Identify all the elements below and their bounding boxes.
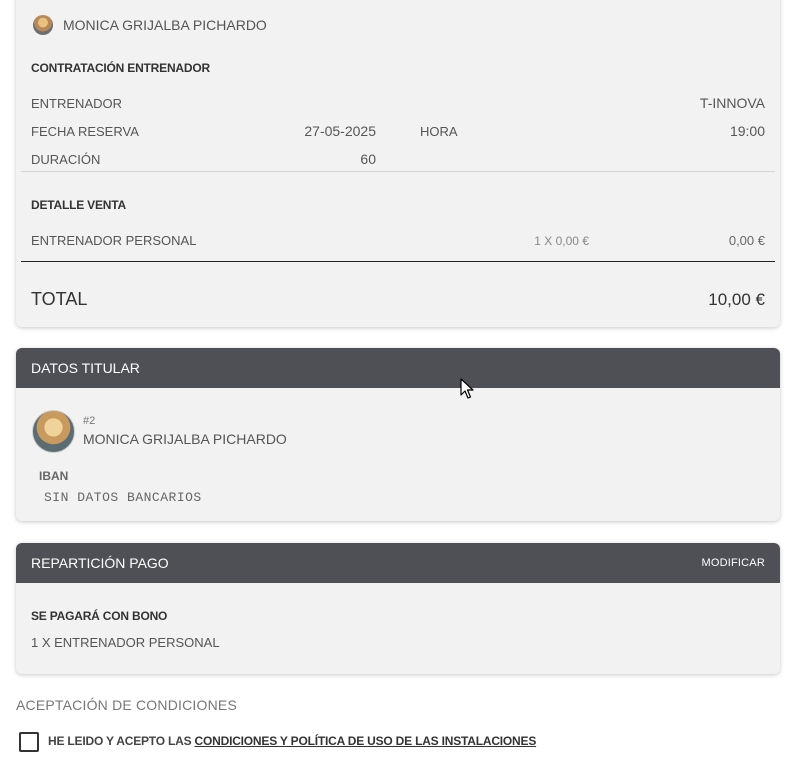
payment-card-header: REPARTICIÓN PAGO MODIFICAR <box>16 543 780 583</box>
conditions-title: ACEPTACIÓN DE CONDICIONES <box>16 697 237 713</box>
holder-card-header: DATOS TITULAR <box>16 348 780 388</box>
sale-section-title: DETALLE VENTA <box>31 198 126 212</box>
holder-card: DATOS TITULAR #2 MONICA GRIJALBA PICHARD… <box>16 348 780 521</box>
total-label: TOTAL <box>31 289 88 309</box>
payment-card: REPARTICIÓN PAGO MODIFICAR SE PAGARÁ CON… <box>16 543 780 674</box>
trainer-label: ENTRENADOR <box>31 96 123 111</box>
order-summary-card: MONICA GRIJALBA PICHARDO CONTRATACIÓN EN… <box>16 0 780 327</box>
user-name: MONICA GRIJALBA PICHARDO <box>63 17 267 33</box>
pay-with-bonus-title: SE PAGARÁ CON BONO <box>31 609 168 623</box>
conditions-prefix: HE LEIDO Y ACEPTO LAS <box>48 734 192 748</box>
user-avatar <box>33 15 53 35</box>
iban-label: IBAN <box>39 469 69 483</box>
modify-button[interactable]: MODIFICAR <box>701 557 765 569</box>
date-label: FECHA RESERVA <box>31 124 139 139</box>
duration-value: 60 <box>360 151 376 167</box>
duration-label: DURACIÓN <box>31 152 101 167</box>
conditions-link[interactable]: CONDICIONES Y POLÍTICA DE USO DE LAS INS… <box>195 734 537 748</box>
payment-header-title: REPARTICIÓN PAGO <box>31 555 169 571</box>
mouse-cursor-icon <box>460 378 474 399</box>
time-value: 19:00 <box>729 123 765 139</box>
trainer-value: T-INNOVA <box>699 95 765 111</box>
date-value: 27-05-2025 <box>304 123 376 139</box>
contract-section-title: CONTRATACIÓN ENTRENADOR <box>31 61 210 75</box>
holder-header-title: DATOS TITULAR <box>31 360 140 376</box>
total-divider <box>21 261 775 262</box>
holder-avatar <box>32 410 75 453</box>
section-divider <box>21 171 775 172</box>
sale-item-total: 0,00 € <box>728 233 765 248</box>
total-value: 10,00 € <box>708 290 765 309</box>
iban-value: SIN DATOS BANCARIOS <box>44 490 202 505</box>
holder-id: #2 <box>83 415 96 427</box>
sale-item-qty-price: 1 X 0,00 € <box>534 234 589 248</box>
holder-name: MONICA GRIJALBA PICHARDO <box>83 431 287 447</box>
sale-item-label: ENTRENADOR PERSONAL <box>31 233 197 248</box>
pay-item: 1 X ENTRENADOR PERSONAL <box>31 635 220 650</box>
time-label: HORA <box>420 124 458 139</box>
accept-conditions-checkbox[interactable] <box>19 732 39 752</box>
conditions-text: HE LEIDO Y ACEPTO LAS CONDICIONES Y POLÍ… <box>48 734 536 748</box>
